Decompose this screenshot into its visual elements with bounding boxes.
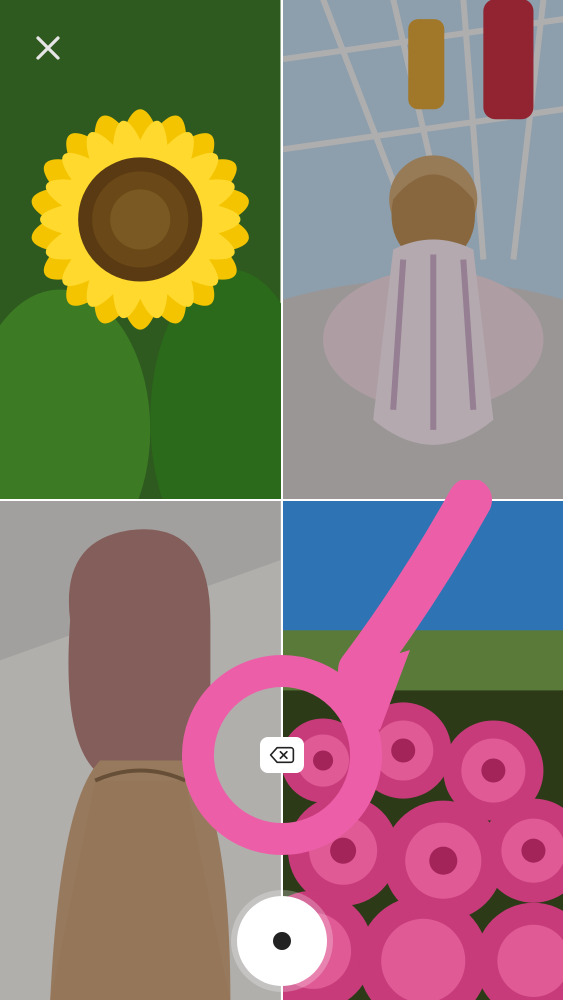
photo-sunflower xyxy=(0,0,281,499)
backspace-x-icon xyxy=(269,744,295,766)
close-icon xyxy=(33,33,63,63)
photo-cell-1[interactable] xyxy=(283,0,563,499)
shutter-button[interactable] xyxy=(237,896,327,986)
close-button[interactable] xyxy=(28,28,68,68)
photo-cell-3[interactable] xyxy=(283,501,563,1000)
photo-grid xyxy=(0,0,563,1000)
shutter-inner-icon xyxy=(273,932,291,950)
photo-pink-flowers xyxy=(283,501,563,1000)
photo-cell-0[interactable] xyxy=(0,0,281,499)
delete-button[interactable] xyxy=(260,737,304,773)
photo-ferris-wheel xyxy=(283,0,563,499)
